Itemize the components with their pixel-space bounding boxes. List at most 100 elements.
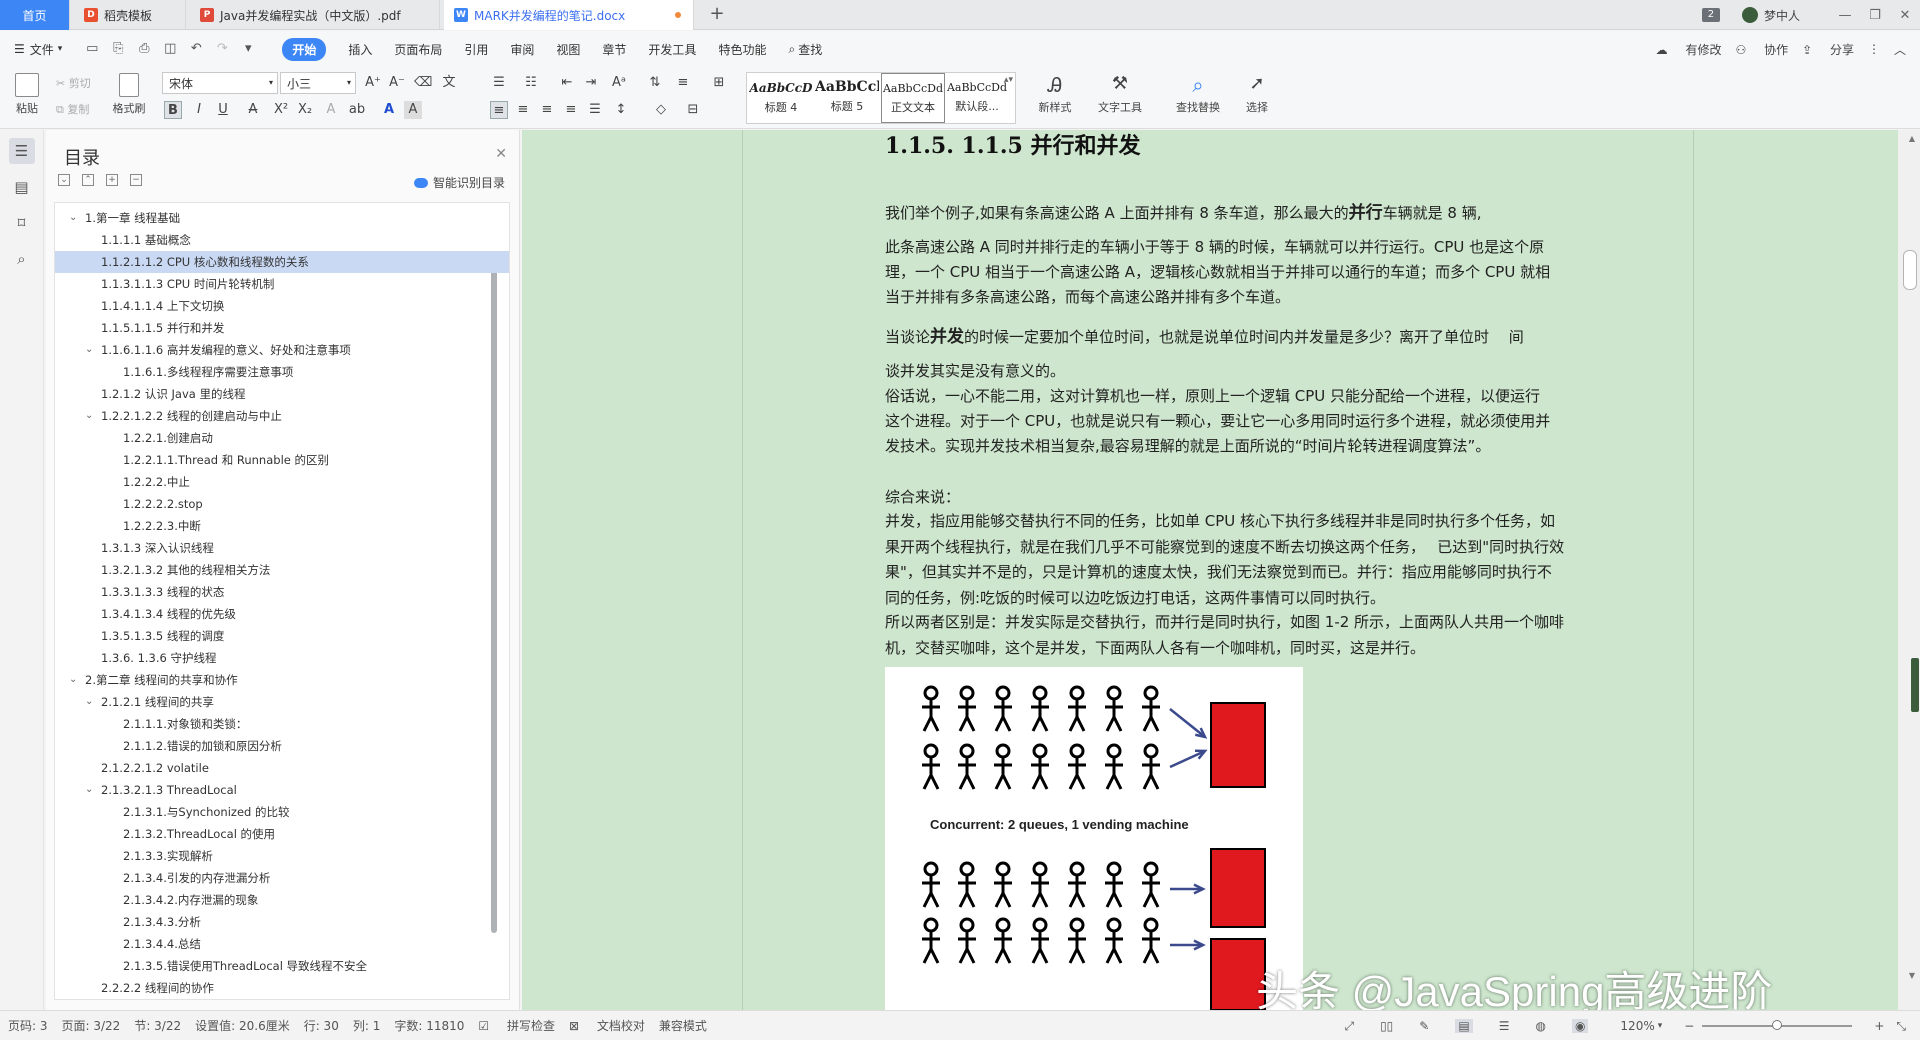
italic-icon[interactable]: I [190,101,208,119]
collapse-all-icon[interactable]: ⌄ [58,174,70,186]
toc-item[interactable]: 1.2.1.2 认识 Java 里的线程 [55,383,509,405]
chevron-down-icon[interactable]: ▾ [1658,1021,1663,1031]
change-case-icon[interactable]: Aᵃ [610,74,628,92]
pages-nav-icon[interactable]: ▤ [9,174,35,200]
status-line[interactable]: 行: 30 [304,1017,339,1034]
char-shading-icon[interactable]: A [404,101,422,119]
tab-view[interactable]: 视图 [556,41,580,58]
paragraph-spacing-icon[interactable]: ↕ [612,101,630,119]
shrink-font-icon[interactable]: A⁻ [388,74,406,92]
toc-nav-icon[interactable]: ☰ [8,138,35,164]
spell-check-button[interactable]: ☑ 拼写检查 [478,1017,555,1034]
borders-icon[interactable]: ⊞ [710,74,728,92]
save-icon[interactable]: ▭ [84,41,100,57]
toc-item[interactable]: 1.2.2.2.2.stop [55,493,509,515]
tab-pdf[interactable]: P Java并发编程实战（中文版）.pdf [190,0,440,30]
strikethrough-icon[interactable]: A [244,101,262,119]
expand-arrow-icon[interactable]: ⌄ [69,669,77,691]
new-tab-button[interactable]: + [706,4,728,26]
print-icon[interactable]: ⎙ [136,41,152,57]
align-center-icon[interactable]: ≡ [514,101,532,119]
superscript-icon[interactable]: X² [272,101,290,119]
line-spacing-icon[interactable]: ≡ [674,74,692,92]
bullet-list-icon[interactable]: ☰ [490,74,508,92]
align-right-icon[interactable]: ≡ [538,101,556,119]
toc-item[interactable]: 2.1.3.1.与Synchonized 的比较 [55,801,509,823]
zoom-slider[interactable] [1702,1020,1853,1030]
remove-heading-icon[interactable]: − [130,174,142,186]
page-view-icon[interactable]: ▤ [1455,1019,1473,1033]
tab-references[interactable]: 引用 [464,41,488,58]
status-section[interactable]: 节: 3/22 [134,1017,181,1034]
tab-page-layout[interactable]: 页面布局 [394,41,442,58]
more-icon[interactable]: ▾ [240,41,256,57]
toc-item[interactable]: 2.1.3.4.2.内存泄漏的现象 [55,889,509,911]
window-count-badge[interactable]: 2 [1701,8,1720,22]
scroll-thumb[interactable] [1903,250,1917,290]
font-size-select[interactable]: 小三 ▾ [280,72,356,94]
toc-item[interactable]: 2.1.1.2.错误的加锁和原因分析 [55,735,509,757]
minimize-icon[interactable]: — [1830,8,1860,23]
decrease-indent-icon[interactable]: ⇤ [558,74,576,92]
style-body-text[interactable]: AaBbCcDd 正文文本 [881,73,945,123]
toc-item[interactable]: 2.1.3.4.引发的内存泄漏分析 [55,867,509,889]
zoom-out-button[interactable]: − [1684,1019,1694,1033]
toc-item[interactable]: 1.3.5.1.3.5 线程的调度 [55,625,509,647]
toc-item[interactable]: 1.2.2.1.创建启动 [55,427,509,449]
smart-toc-button[interactable]: 智能识别目录 [413,174,505,191]
status-pages[interactable]: 页面: 3/22 [62,1017,121,1034]
undo-icon[interactable]: ↶ [188,41,204,57]
toc-item[interactable]: 2.2.2.2 线程间的协作 [55,977,509,999]
expand-all-icon[interactable]: ⌃ [82,174,94,186]
bookmark-nav-icon[interactable]: ⌑ [9,210,35,236]
restore-icon[interactable]: ❐ [1860,8,1890,23]
toc-item[interactable]: 2.1.3.2.ThreadLocal 的使用 [55,823,509,845]
clear-format-icon[interactable]: ⌫ [414,74,432,92]
collapse-ribbon-icon[interactable]: ︿ [1894,41,1906,58]
collab-button[interactable]: ⚇ 协作 [1736,41,1789,58]
highlight-icon[interactable]: ab [348,101,366,119]
toc-item[interactable]: 1.2.2.1.1.Thread 和 Runnable 的区别 [55,449,509,471]
find-nav-icon[interactable]: ⌕ [9,246,35,272]
toc-item[interactable]: 2.1.3.3.实现解析 [55,845,509,867]
scroll-up-icon[interactable]: ▲ [1909,134,1915,143]
status-column[interactable]: 列: 1 [353,1017,381,1034]
shading-icon[interactable]: ◇ [652,101,670,119]
modified-button[interactable]: ☁ 有修改 [1656,41,1722,58]
toc-item[interactable]: 1.2.2.2.3.中断 [55,515,509,537]
toc-item[interactable]: 1.1.4.1.1.4 上下文切换 [55,295,509,317]
zoom-slider-thumb[interactable] [1772,1020,1783,1030]
status-word-count[interactable]: 字数: 11810 [394,1017,464,1034]
text-effect-icon[interactable]: A [322,101,340,119]
grow-font-icon[interactable]: A⁺ [364,74,382,92]
phonetic-icon[interactable]: 文 [440,74,458,92]
tab-home[interactable]: 首页 [0,0,70,30]
status-position[interactable]: 设置值: 20.6厘米 [195,1017,290,1034]
style-heading-4[interactable]: AaBbCcD 标题 4 [749,73,813,123]
toc-item[interactable]: 2.1.3.5.错误使用ThreadLocal 导致线程不安全 [55,955,509,977]
underline-icon[interactable]: U [214,101,232,119]
more-options-icon[interactable]: ⋮ [1868,42,1880,56]
tab-developer[interactable]: 开发工具 [648,41,696,58]
fit-window-icon[interactable]: ⤡ [1896,1019,1906,1034]
tab-review[interactable]: 审阅 [510,41,534,58]
cut-button[interactable]: ✂ 剪切 [56,75,91,91]
toc-item[interactable]: 1.2.2.2.中止 [55,471,509,493]
status-page-num[interactable]: 页码: 3 [8,1017,48,1034]
expand-arrow-icon[interactable]: ⌄ [85,405,93,427]
write-mode-icon[interactable]: ✎ [1419,1019,1429,1033]
toc-item[interactable]: ⌄ 2.1.3.2.1.3 ThreadLocal [55,779,509,801]
distributed-icon[interactable]: ☰ [586,101,604,119]
document-scrollbar[interactable]: ▲ ▼ [1898,130,1920,1010]
toc-item[interactable]: 2.1.3.4.3.分析 [55,911,509,933]
toc-item[interactable]: ⌄ 1.第一章 线程基础 [55,207,509,229]
font-name-select[interactable]: 宋体 ▾ [162,72,278,94]
justify-icon[interactable]: ≡ [562,101,580,119]
expand-arrow-icon[interactable]: ⌄ [85,779,93,801]
share-button[interactable]: ⇪ 分享 [1802,41,1854,58]
scroll-down-icon[interactable]: ▼ [1909,971,1915,980]
sort-icon[interactable]: ⇅ [646,74,664,92]
style-default-paragraph[interactable]: AaBbCcDd 默认段... [945,73,1009,123]
tab-start[interactable]: 开始 [282,37,327,61]
find-replace-button[interactable]: ⌕ 查找替换 [1170,73,1226,115]
